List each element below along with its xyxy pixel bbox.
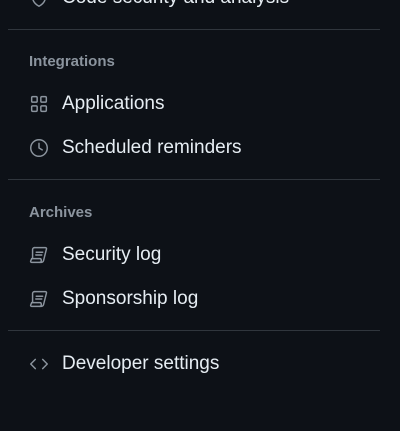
clock-icon: [28, 137, 50, 159]
section-heading-archives: Archives: [29, 204, 93, 221]
sidebar-item-label: Applications: [62, 93, 165, 114]
sidebar-item-developer-settings[interactable]: Developer settings: [28, 349, 219, 379]
sidebar-item-label: Sponsorship log: [62, 288, 199, 309]
sidebar-item-label: Code security and analysis: [62, 0, 289, 9]
sidebar-item-label: Security log: [62, 244, 162, 265]
divider: [8, 330, 380, 331]
shield-icon: [28, 0, 50, 9]
sidebar-item-label: Scheduled reminders: [62, 137, 242, 158]
divider: [8, 179, 380, 180]
apps-grid-icon: [28, 93, 50, 115]
log-icon: [28, 288, 50, 310]
code-icon: [28, 353, 50, 375]
section-heading-integrations: Integrations: [29, 53, 115, 70]
sidebar-item-sponsorship-log[interactable]: Sponsorship log: [28, 284, 198, 314]
sidebar-item-code-security[interactable]: Code security and analysis: [28, 0, 289, 13]
log-icon: [28, 244, 50, 266]
sidebar-item-applications[interactable]: Applications: [28, 89, 164, 119]
sidebar-item-scheduled-reminders[interactable]: Scheduled reminders: [28, 133, 242, 163]
settings-sidebar: Code security and analysis Integrations …: [0, 0, 400, 431]
divider: [8, 29, 380, 30]
sidebar-item-security-log[interactable]: Security log: [28, 240, 161, 270]
sidebar-item-label: Developer settings: [62, 353, 220, 374]
